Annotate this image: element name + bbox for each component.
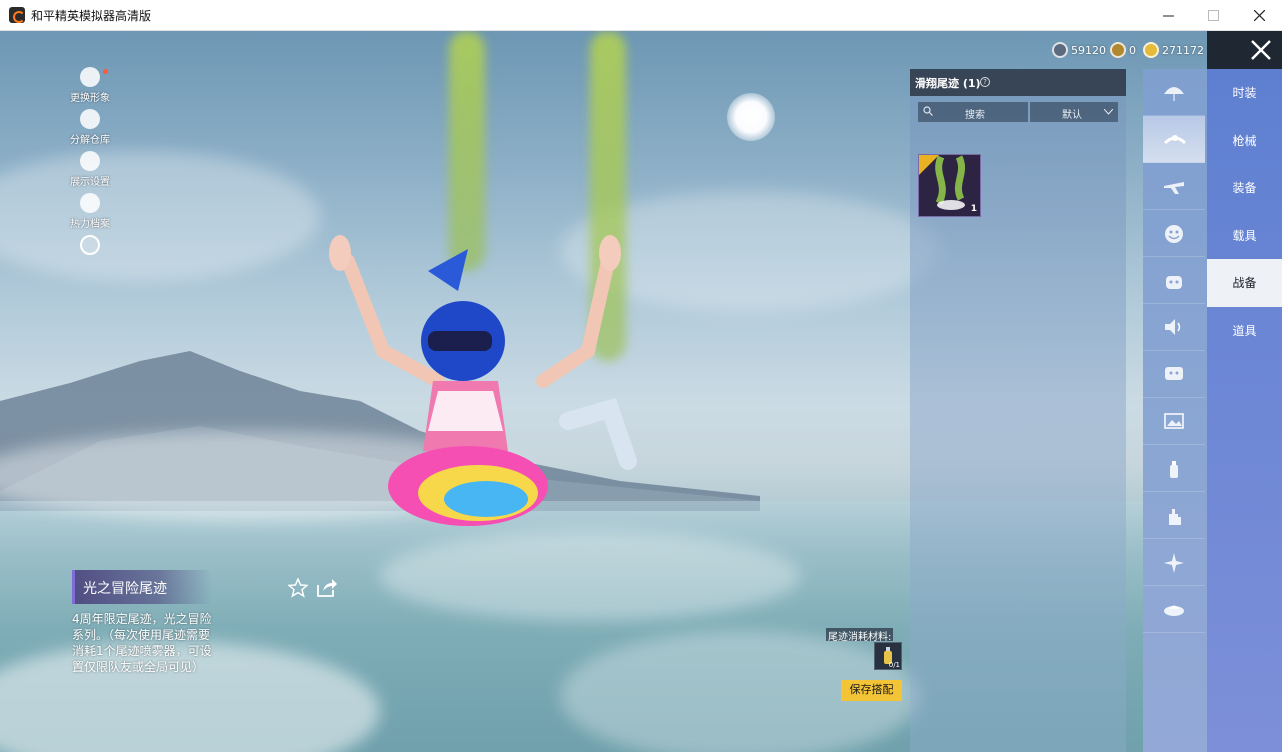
rail-vehicle[interactable] xyxy=(1143,586,1205,633)
tab-vehicles[interactable]: 载具 xyxy=(1207,212,1282,260)
left-menu-item-add[interactable] xyxy=(60,235,120,277)
rail-parachute[interactable] xyxy=(1143,69,1205,116)
panel-header: 滑翔尾迹 (1) ? xyxy=(910,69,1126,96)
emote-icon xyxy=(1165,225,1183,243)
silver-coin-icon xyxy=(1052,42,1068,58)
search-input[interactable]: 搜索 xyxy=(918,102,1028,122)
chevron-down-icon xyxy=(1104,109,1113,115)
sort-label: 默认 xyxy=(1062,110,1082,121)
tab-guns[interactable]: 枪械 xyxy=(1207,117,1282,165)
rail-voice[interactable] xyxy=(1143,304,1205,351)
gear-icon xyxy=(80,109,100,129)
sort-dropdown[interactable]: 默认 xyxy=(1030,102,1118,122)
voice-icon xyxy=(1165,319,1181,335)
currency-value: 271172 xyxy=(1162,43,1204,57)
item-description: 4周年限定尾迹，光之冒险系列。（每次使用尾迹需要消耗1个尾迹喷雾器，可设置仅限队… xyxy=(72,612,212,674)
hand-icon xyxy=(1169,509,1181,525)
tab-combat-gear[interactable]: 战备 xyxy=(1207,259,1282,307)
minimize-button[interactable] xyxy=(1145,0,1191,31)
notification-dot xyxy=(103,69,108,74)
tab-fashion[interactable]: 时装 xyxy=(1207,69,1282,117)
currency-value: 0 xyxy=(1129,43,1136,57)
rail-plane[interactable] xyxy=(1143,163,1205,210)
plane-icon xyxy=(1164,182,1184,194)
cloud xyxy=(380,531,800,621)
currency-medal: 0 xyxy=(1110,41,1136,59)
search-icon xyxy=(923,106,933,116)
material-slot[interactable]: 0/1 xyxy=(874,642,902,670)
gold-coin-icon xyxy=(1143,42,1159,58)
help-icon[interactable]: ? xyxy=(980,77,990,87)
avatar-icon xyxy=(80,67,100,87)
material-label: 尾迹消耗材料: xyxy=(826,628,894,643)
skydiving-character xyxy=(329,235,637,526)
window-title: 和平精英模拟器高清版 xyxy=(31,9,152,23)
rail-hand[interactable] xyxy=(1143,492,1205,539)
rail-chat[interactable] xyxy=(1143,351,1205,398)
app-logo-icon xyxy=(9,7,25,23)
panel-title: 滑翔尾迹 (1) xyxy=(915,77,981,90)
search-placeholder: 搜索 xyxy=(965,110,985,121)
eye-icon xyxy=(80,151,100,171)
left-menu-label: 分解仓库 xyxy=(70,135,110,146)
trail-icon xyxy=(1163,135,1187,145)
category-tabs: 时装 枪械 装备 载具 战备 道具 xyxy=(1207,69,1282,752)
left-menu-label: 展示设置 xyxy=(70,177,110,188)
vehicle-icon xyxy=(1164,605,1184,616)
robot-icon xyxy=(1166,276,1182,289)
add-icon xyxy=(80,235,100,255)
maximize-button[interactable] xyxy=(1190,0,1236,31)
window-titlebar: 和平精英模拟器高清版 xyxy=(0,0,1282,31)
item-panel: 滑翔尾迹 (1) ? 搜索 默认 1 xyxy=(910,69,1126,752)
flame-icon xyxy=(80,193,100,213)
rail-spray[interactable] xyxy=(1143,445,1205,492)
left-menu-item-display-settings[interactable]: 展示设置 xyxy=(60,151,120,193)
rail-trail[interactable] xyxy=(1143,116,1205,163)
left-menu-item-change-avatar[interactable]: 更换形象 xyxy=(60,67,120,109)
close-button[interactable] xyxy=(1207,31,1282,69)
spray-icon xyxy=(1170,461,1178,478)
rail-robot[interactable] xyxy=(1143,257,1205,304)
sparkle-icon xyxy=(1164,553,1184,573)
favorite-star-icon[interactable] xyxy=(288,578,308,598)
rail-sparkle[interactable] xyxy=(1143,539,1205,586)
item-name: 光之冒险尾迹 xyxy=(83,581,167,597)
game-viewport: 更换形象 分解仓库 展示设置 热力档案 59120 0 271172 滑翔尾迹 … xyxy=(0,31,1282,752)
material-count: 0/1 xyxy=(888,661,900,669)
rail-gallery[interactable] xyxy=(1143,398,1205,445)
close-icon xyxy=(1251,40,1271,60)
left-menu-label: 更换形象 xyxy=(70,93,110,104)
currency-gold: 271172 xyxy=(1143,41,1204,59)
currency-value: 59120 xyxy=(1071,43,1106,57)
cloud xyxy=(0,151,320,281)
item-count: 1 xyxy=(970,204,977,214)
left-menu-label: 热力档案 xyxy=(70,219,110,230)
equipped-check-icon xyxy=(919,155,939,175)
left-menu-item-heat-archive[interactable]: 热力档案 xyxy=(60,193,120,235)
sun xyxy=(727,93,775,141)
currency-silver: 59120 xyxy=(1052,41,1106,59)
rail-emote[interactable] xyxy=(1143,210,1205,257)
left-menu-item-decompose[interactable]: 分解仓库 xyxy=(60,109,120,151)
tab-props[interactable]: 道具 xyxy=(1207,307,1282,355)
gallery-icon xyxy=(1164,413,1184,429)
save-outfit-button[interactable]: 保存搭配 xyxy=(841,680,902,701)
category-rail xyxy=(1143,69,1207,752)
chat-icon xyxy=(1165,367,1183,380)
window-close-button[interactable] xyxy=(1236,0,1282,31)
parachute-icon xyxy=(1164,87,1184,101)
item-card[interactable]: 1 xyxy=(918,154,981,217)
left-side-menu: 更换形象 分解仓库 展示设置 热力档案 xyxy=(60,67,120,277)
tab-equipment[interactable]: 装备 xyxy=(1207,164,1282,212)
medal-coin-icon xyxy=(1110,42,1126,58)
share-icon[interactable] xyxy=(316,578,338,598)
item-name-bar: 光之冒险尾迹 xyxy=(72,570,212,604)
